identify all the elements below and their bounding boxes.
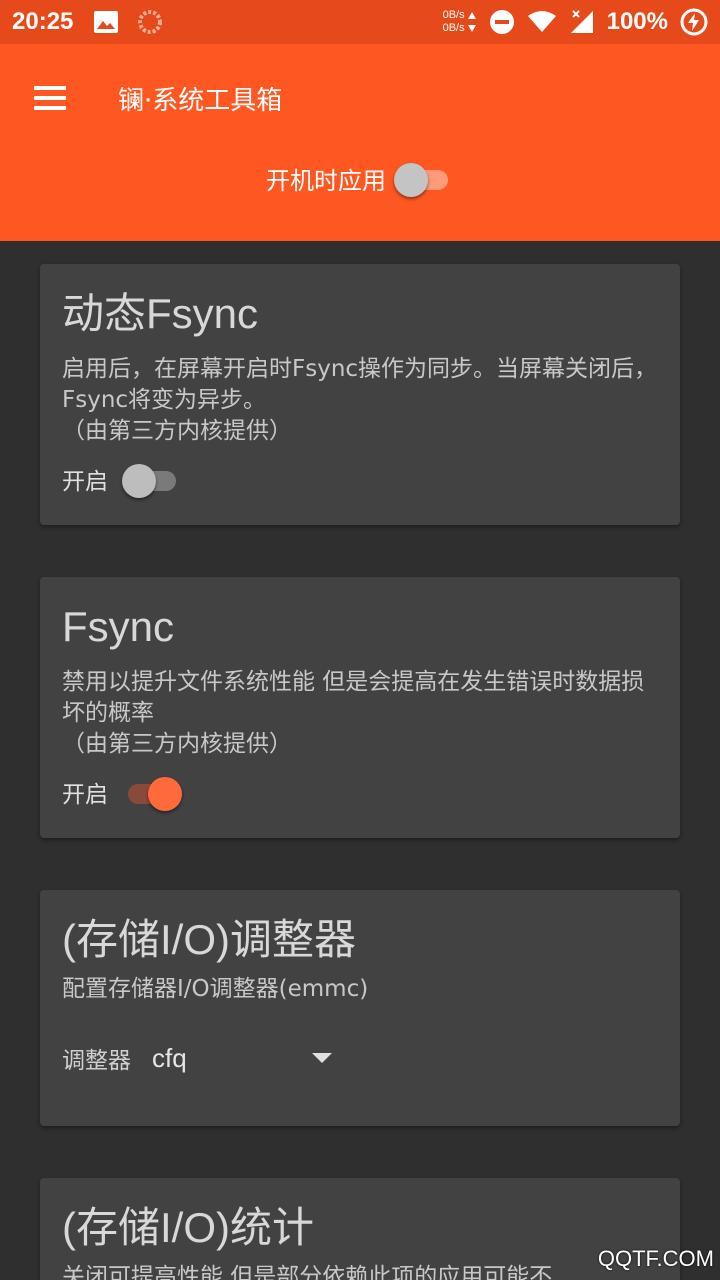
toggle-row: 开启 [62,772,658,812]
image-icon [93,10,119,34]
switch-thumb [122,464,156,498]
toggle-row: 开启 [62,459,658,499]
card-description: 禁用以提升文件系统性能 但是会提高在发生错误时数据损坏的概率 [62,669,645,726]
status-bar: 20:25 0B/s 0B/s 100% [0,0,720,44]
app-title: 镧·系统工具箱 [118,86,283,116]
data-arrows-icon [467,10,477,34]
switch-thumb [394,163,428,197]
signal-icon [569,9,595,35]
battery-percent: 100% [606,8,668,35]
wifi-icon [527,10,557,34]
boot-apply-row: 开机时应用 [0,158,720,198]
card-description: 配置存储器I/O调整器(emmc) [62,976,369,1002]
loading-icon [137,9,163,35]
app-bar: 镧·系统工具箱 开机时应用 [0,44,720,241]
toggle-label: 开启 [62,469,108,495]
card-dynamic-fsync: 动态Fsync 启用后，在屏幕开启时Fsync操作为同步。当屏幕关闭后，Fsyn… [40,264,680,525]
card-note: （由第三方内核提供） [62,418,292,444]
dnd-icon [489,9,515,35]
download-speed: 0B/s [442,22,465,34]
watermark: QQTF.COM [597,1246,714,1271]
status-time: 20:25 [12,8,74,35]
card-title: Fsync [62,603,175,650]
scheduler-value: cfq [152,1042,187,1073]
card-io-scheduler: (存储I/O)调整器 配置存储器I/O调整器(emmc) 调整器 cfq [40,890,680,1126]
card-io-stats: (存储I/O)统计 关闭可提高性能 但是部分依赖此项的应用可能不 [40,1178,680,1280]
card-note: （由第三方内核提供） [62,731,292,757]
card-title: (存储I/O)调整器 [62,916,356,963]
scheduler-select-row: 调整器 cfq [62,1041,658,1075]
upload-speed: 0B/s [442,9,465,21]
card-description: 启用后，在屏幕开启时Fsync操作为同步。当屏幕关闭后，Fsync将变为异步。 [62,356,658,413]
dynamic-fsync-switch[interactable] [122,459,182,499]
card-description: 关闭可提高性能 但是部分依赖此项的应用可能不 [62,1264,553,1280]
scheduler-label: 调整器 [62,1048,131,1074]
boot-apply-label: 开机时应用 [266,166,386,195]
switch-thumb [148,777,182,811]
battery-charging-icon [680,8,708,36]
card-title: (存储I/O)统计 [62,1204,314,1251]
hamburger-menu-icon[interactable] [30,82,70,114]
fsync-switch[interactable] [122,772,182,812]
boot-apply-switch[interactable] [394,158,454,198]
scheduler-dropdown[interactable]: cfq [152,1043,332,1074]
dropdown-caret-icon [312,1053,332,1063]
card-fsync: Fsync 禁用以提升文件系统性能 但是会提高在发生错误时数据损坏的概率 （由第… [40,577,680,838]
toggle-label: 开启 [62,782,108,808]
network-speed: 0B/s 0B/s [443,9,465,35]
card-title: 动态Fsync [62,290,259,337]
